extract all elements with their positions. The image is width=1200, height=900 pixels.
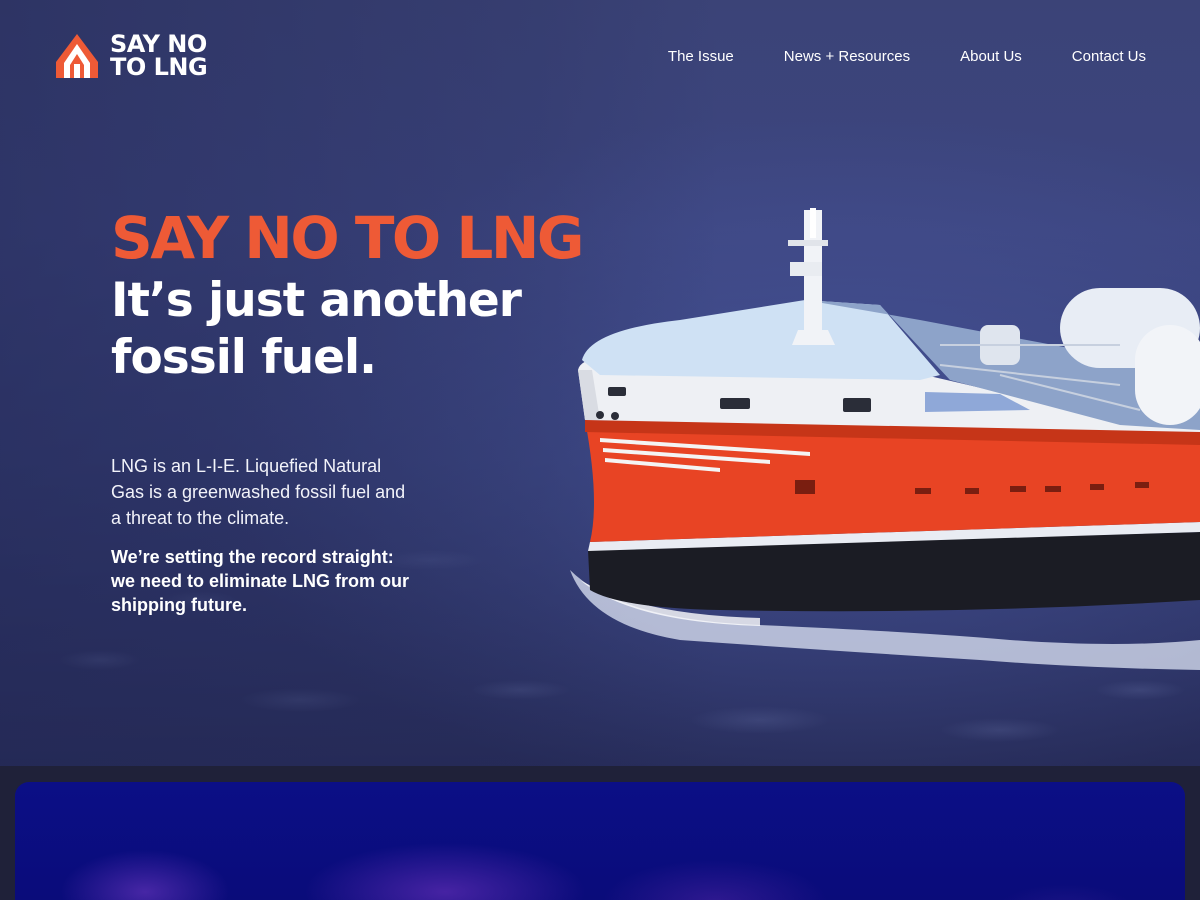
hero-section: SAY NO TO LNG The Issue News + Resources… <box>0 0 1200 766</box>
logo-line-2: TO LNG <box>110 53 208 81</box>
nav-the-issue[interactable]: The Issue <box>668 48 734 65</box>
site-logo[interactable]: SAY NO TO LNG <box>54 32 208 81</box>
lng-tanker-ship-image <box>570 208 1200 670</box>
main-nav: The Issue News + Resources About Us Cont… <box>668 48 1146 65</box>
logo-wordmark: SAY NO TO LNG <box>110 32 208 81</box>
lower-feature-card <box>15 782 1185 900</box>
hero-subheadline: It’s just another fossil fuel. <box>111 273 522 385</box>
nav-news-resources[interactable]: News + Resources <box>784 48 910 65</box>
hero-intro-text: LNG is an L-I-E. Liquefied Natural Gas i… <box>111 456 406 528</box>
shield-house-icon <box>56 34 98 78</box>
nav-contact-us[interactable]: Contact Us <box>1072 48 1146 65</box>
nav-about-us[interactable]: About Us <box>960 48 1022 65</box>
hero-headline: SAY NO TO LNG <box>111 204 585 272</box>
hero-cta-text: We’re setting the record straight: we ne… <box>111 547 410 615</box>
